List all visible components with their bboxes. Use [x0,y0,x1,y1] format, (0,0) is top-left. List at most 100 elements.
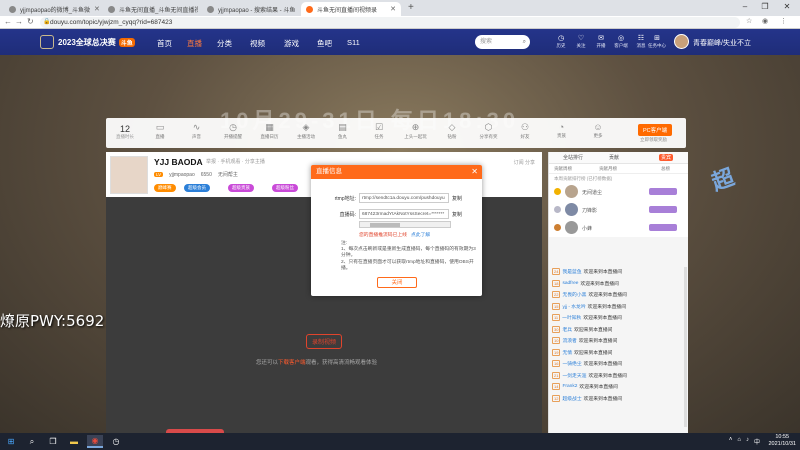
chat-message[interactable]: 21 一剑走天涯 欢迎来到本直播间 [549,370,689,382]
nav-s11[interactable]: S11 [347,38,360,47]
nav-video[interactable]: 视频 [250,38,265,49]
system-clock[interactable]: 10:55 2021/10/31 [768,434,796,448]
ime-icon[interactable]: 中 [754,437,760,446]
streamer-avatar[interactable] [110,156,148,194]
search-icon[interactable]: ⌕ [523,35,526,49]
nav-category[interactable]: 分类 [217,38,232,49]
new-tab-button[interactable]: + [408,2,414,13]
rtmp-field[interactable]: rtmp://sendtc1a.douyu.com/pushdouyu [359,193,449,203]
chat-message[interactable]: 30 老兵 欢迎来到本直播间 [549,324,689,336]
rank-row[interactable]: 无间道尘 [549,183,688,201]
reload-icon[interactable]: ↻ [27,17,34,26]
history-button[interactable]: ◷ 历史 [551,34,571,49]
back-icon[interactable]: ← [4,17,12,26]
nav-live[interactable]: 直播 [187,38,202,49]
toolbar-item[interactable]: ▦ 直播日历 [256,122,284,140]
chat-message[interactable]: 18 sadfree 欢迎来到本直播间 [549,278,689,290]
nav-yuba[interactable]: 鱼吧 [317,38,332,49]
scrollbar-thumb[interactable] [370,223,400,227]
tab-month-rank[interactable]: 贡献月榜 [599,166,617,172]
toolbar-item[interactable]: ◇ 钻粉 [438,122,466,140]
maximize-icon[interactable]: ❐ [758,2,772,11]
menu-dots-icon[interactable]: ⋮ [780,17,787,25]
close-icon[interactable]: ✕ [386,5,396,13]
client-button[interactable]: ◎ 客户端 [611,34,631,49]
browser-tab[interactable]: yjjmpaopao - 搜索结果 - 斗鱼 ✕ [202,2,297,16]
copy-key-button[interactable]: 复制 [452,211,462,218]
tab-total-rank[interactable]: 总榜 [661,166,670,172]
browser-tab[interactable]: yjjmpaopao的微博_斗鱼微 ✕ [4,2,99,16]
chat-message[interactable]: 12 超级战士 欢迎来到本直播间 [549,393,689,405]
chat-username[interactable]: 一骑绝尘 [562,360,581,367]
tab-week-rank[interactable]: 贡献周榜 [554,166,572,172]
field-scrollbar[interactable] [359,221,451,228]
address-bar[interactable]: 🔒 douyu.com/topic/yjwjzm_cyqq?rid=687423 [40,17,740,28]
chat-message[interactable]: 10 流浪者 欢迎来到本直播间 [549,335,689,347]
chip-peak[interactable]: 巅峰赛 [154,184,176,192]
chevron-up-icon[interactable]: ˄ [729,437,733,446]
close-icon[interactable]: ✕ [90,5,99,13]
volume-icon[interactable]: ♪ [746,437,749,446]
toolbar-item[interactable]: ⊕ 上头一起玩 [402,122,430,140]
chat-username[interactable]: 无情 [562,349,572,356]
pc-client-button[interactable]: PC客户端 [638,124,673,136]
close-button[interactable]: 关闭 [377,277,417,288]
toolbar-item[interactable]: ⚇ 好友 [511,122,539,140]
chat-message[interactable]: 19 无情 欢迎来到本直播间 [549,347,689,359]
chat-username[interactable]: Frank2 [562,384,577,389]
download-client-link[interactable]: 下载客户端 [278,360,306,366]
profile-icon[interactable]: ◉ [762,17,768,25]
chrome-icon[interactable]: ◉ [87,435,103,448]
toolbar-item[interactable]: ◔ 贵族 [548,122,576,139]
nav-games[interactable]: 游戏 [284,38,299,49]
chip-noble[interactable]: 超级贵族 [228,184,254,192]
rank-row[interactable]: 小蜂 [549,219,688,237]
browser-tab-active[interactable]: 斗鱼无间直播间视频录 ✕ [301,2,401,16]
task-center-button[interactable]: ⊞ 任务中心 [647,34,667,49]
browser-tab[interactable]: 斗鱼无间直播_斗鱼无间直播视频 ✕ [103,2,198,16]
close-icon[interactable]: ✕ [471,165,478,179]
tab-contribution[interactable]: 贡献 [609,154,619,161]
start-live-button[interactable]: ✉ 开播 [591,34,611,49]
learn-more-link[interactable]: 点此了解 [411,233,430,238]
tab-global-rank[interactable]: 全站排行 [563,154,583,161]
toolbar-item[interactable]: ☺ 更多 [584,122,612,139]
chip-fans[interactable]: 超级粉丝 [272,184,298,192]
chat-scrollbar[interactable] [684,267,687,427]
stream-key-field[interactable]: 687423rmadYtAkNotYssSecret=******* [359,209,449,219]
toolbar-item[interactable]: ∿ 声音 [183,122,211,140]
chat-message[interactable]: 16 一骑绝尘 欢迎来到本直播间 [549,358,689,370]
task-view-icon[interactable]: ❐ [45,435,61,448]
nav-home[interactable]: 首页 [157,38,172,49]
chat-message[interactable]: 14 Frank2 欢迎来到本直播间 [549,381,689,393]
toolbar-item[interactable]: ◷ 开播提醒 [219,122,247,140]
close-icon[interactable]: ✕ [295,5,297,13]
close-window-icon[interactable]: ✕ [780,2,794,11]
toolbar-item[interactable]: ⬡ 分享有奖 [475,122,503,140]
chat-message[interactable]: 11 一叶知秋 欢迎来到本直播间 [549,312,689,324]
copy-rtmp-button[interactable]: 复制 [452,195,462,202]
chip-vip[interactable]: 超级会员 [184,184,210,192]
search-input[interactable]: 搜索 ⌕ [475,35,530,49]
chat-username[interactable]: 一叶知秋 [562,314,581,321]
username[interactable]: 青春巅峰/失业不立 [693,38,751,48]
streamer-uid[interactable]: yjjmpaopao [169,172,195,178]
chat-message[interactable]: 24 我是蓝鱼 欢迎来到本直播间 [549,266,689,278]
bookmark-star-icon[interactable]: ☆ [746,17,752,25]
chat-username[interactable]: sadfree [562,281,578,286]
chat-username[interactable]: 老兵 [562,326,572,333]
minimize-icon[interactable]: – [738,2,752,11]
app-icon[interactable]: ◷ [108,435,124,448]
site-logo[interactable]: 2023全球总决赛 斗鱼 [40,34,135,50]
chat-username[interactable]: 流浪者 [562,337,576,344]
chat-message[interactable]: 22 无畏的小黑 欢迎来到本直播间 [549,289,689,301]
record-video-button[interactable]: 录制视频 [306,334,343,349]
chat-username[interactable]: yjj - 水龙吟 [562,303,585,310]
follow-button[interactable]: ♡ 关注 [571,34,591,49]
subscribe-share[interactable]: 订阅 分享 [479,159,535,170]
toolbar-item[interactable]: ▤ 鱼丸 [329,122,357,140]
windows-start-icon[interactable]: ⊞ [3,435,19,448]
toolbar-item[interactable]: ▭ 直播 [146,122,174,140]
chat-username[interactable]: 无畏的小黑 [562,291,586,298]
forward-icon[interactable]: → [15,17,23,26]
